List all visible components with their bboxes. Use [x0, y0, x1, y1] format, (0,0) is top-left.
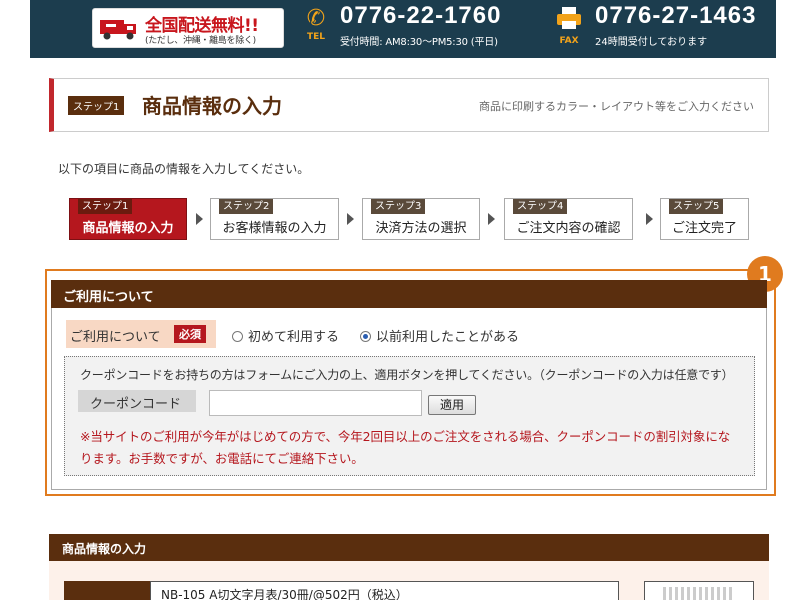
coupon-label: クーポンコード: [78, 390, 196, 412]
coupon-note: ※当サイトのご利用が今年がはじめての方で、今年2回目以上のご注文をされる場合、ク…: [80, 429, 731, 466]
arrow-right-icon: [488, 213, 495, 225]
free-shipping-note: (ただし、沖縄・離島を除く): [145, 36, 256, 46]
progress-step-tag: ステップ1: [78, 199, 133, 214]
intro-text: 以下の項目に商品の情報を入力してください。: [58, 162, 310, 176]
progress-step-label: お客様情報の入力: [222, 221, 327, 236]
product-name: NB-105 A切文字月表/30冊/@502円（税込）: [161, 588, 408, 600]
arrow-right-icon: [196, 213, 203, 225]
step-heading: ステップ1 商品情報の入力 商品に印刷するカラー・レイアウト等をご入力ください: [49, 78, 769, 132]
page-title: 商品情報の入力: [142, 94, 282, 118]
contact-banner: 全国配送無料!! (ただし、沖縄・離島を除く) ✆ TEL 0776-22-17…: [30, 0, 776, 58]
progress-step-4: ステップ4 ご注文内容の確認: [504, 198, 633, 240]
coupon-input[interactable]: [209, 390, 422, 416]
radio-label: 初めて利用する: [248, 330, 340, 345]
radio-button[interactable]: [232, 331, 243, 342]
progress-step-1: ステップ1 商品情報の入力: [69, 198, 187, 240]
progress-step-tag: ステップ2: [219, 199, 274, 214]
usage-section-header: ご利用について: [51, 280, 767, 308]
progress-step-tag: ステップ5: [669, 199, 724, 214]
progress-step-tag: ステップ4: [513, 199, 568, 214]
progress-step-label: ご注文内容の確認: [516, 221, 621, 236]
step-note: 商品に印刷するカラー・レイアウト等をご入力ください: [479, 100, 754, 113]
radio-button-selected[interactable]: [360, 331, 371, 342]
truck-icon: [100, 20, 136, 40]
fax-hours: 24時間受付しております: [595, 37, 708, 48]
fax-icon: FAX: [554, 6, 584, 50]
progress-step-label: 商品情報の入力: [82, 221, 174, 236]
product-image: [663, 587, 733, 600]
arrow-right-icon: [646, 213, 653, 225]
product-section-header: 商品情報の入力: [49, 534, 769, 561]
tel-number[interactable]: 0776-22-1760: [340, 2, 501, 30]
required-badge: 必須: [174, 325, 206, 343]
progress-step-label: ご注文完了: [671, 221, 737, 236]
radio-first-time[interactable]: 初めて利用する: [232, 326, 339, 345]
progress-step-label: 決済方法の選択: [375, 221, 467, 236]
progress-step-5: ステップ5 ご注文完了: [660, 198, 749, 240]
step-tag: ステップ1: [68, 96, 125, 115]
product-thumbnail[interactable]: [644, 581, 754, 600]
product-table-header: [64, 581, 150, 600]
tel-hours: 受付時間: AM8:30〜PM5:30 (平日): [340, 37, 498, 48]
phone-icon: ✆ TEL: [302, 6, 330, 50]
progress-step-2: ステップ2 お客様情報の入力: [210, 198, 339, 240]
tel-label: TEL: [306, 32, 326, 42]
coupon-description: クーポンコードをお持ちの方はフォームにご入力の上、適用ボタンを押してください。（…: [80, 368, 734, 382]
progress-step-tag: ステップ3: [371, 199, 426, 214]
arrow-right-icon: [347, 213, 354, 225]
radio-used-before[interactable]: 以前利用したことがある: [360, 326, 519, 345]
fax-label: FAX: [559, 36, 579, 46]
radio-label: 以前利用したことがある: [376, 330, 520, 345]
progress-step-3: ステップ3 決済方法の選択: [362, 198, 480, 240]
free-shipping-badge: 全国配送無料!! (ただし、沖縄・離島を除く): [92, 8, 284, 48]
fax-number: 0776-27-1463: [595, 2, 757, 29]
apply-button[interactable]: 適用: [428, 395, 476, 415]
order-progress: ステップ1 商品情報の入力 ステップ2 お客様情報の入力 ステップ3 決済方法の…: [69, 198, 759, 240]
product-name-cell: NB-105 A切文字月表/30冊/@502円（税込）: [150, 581, 619, 600]
